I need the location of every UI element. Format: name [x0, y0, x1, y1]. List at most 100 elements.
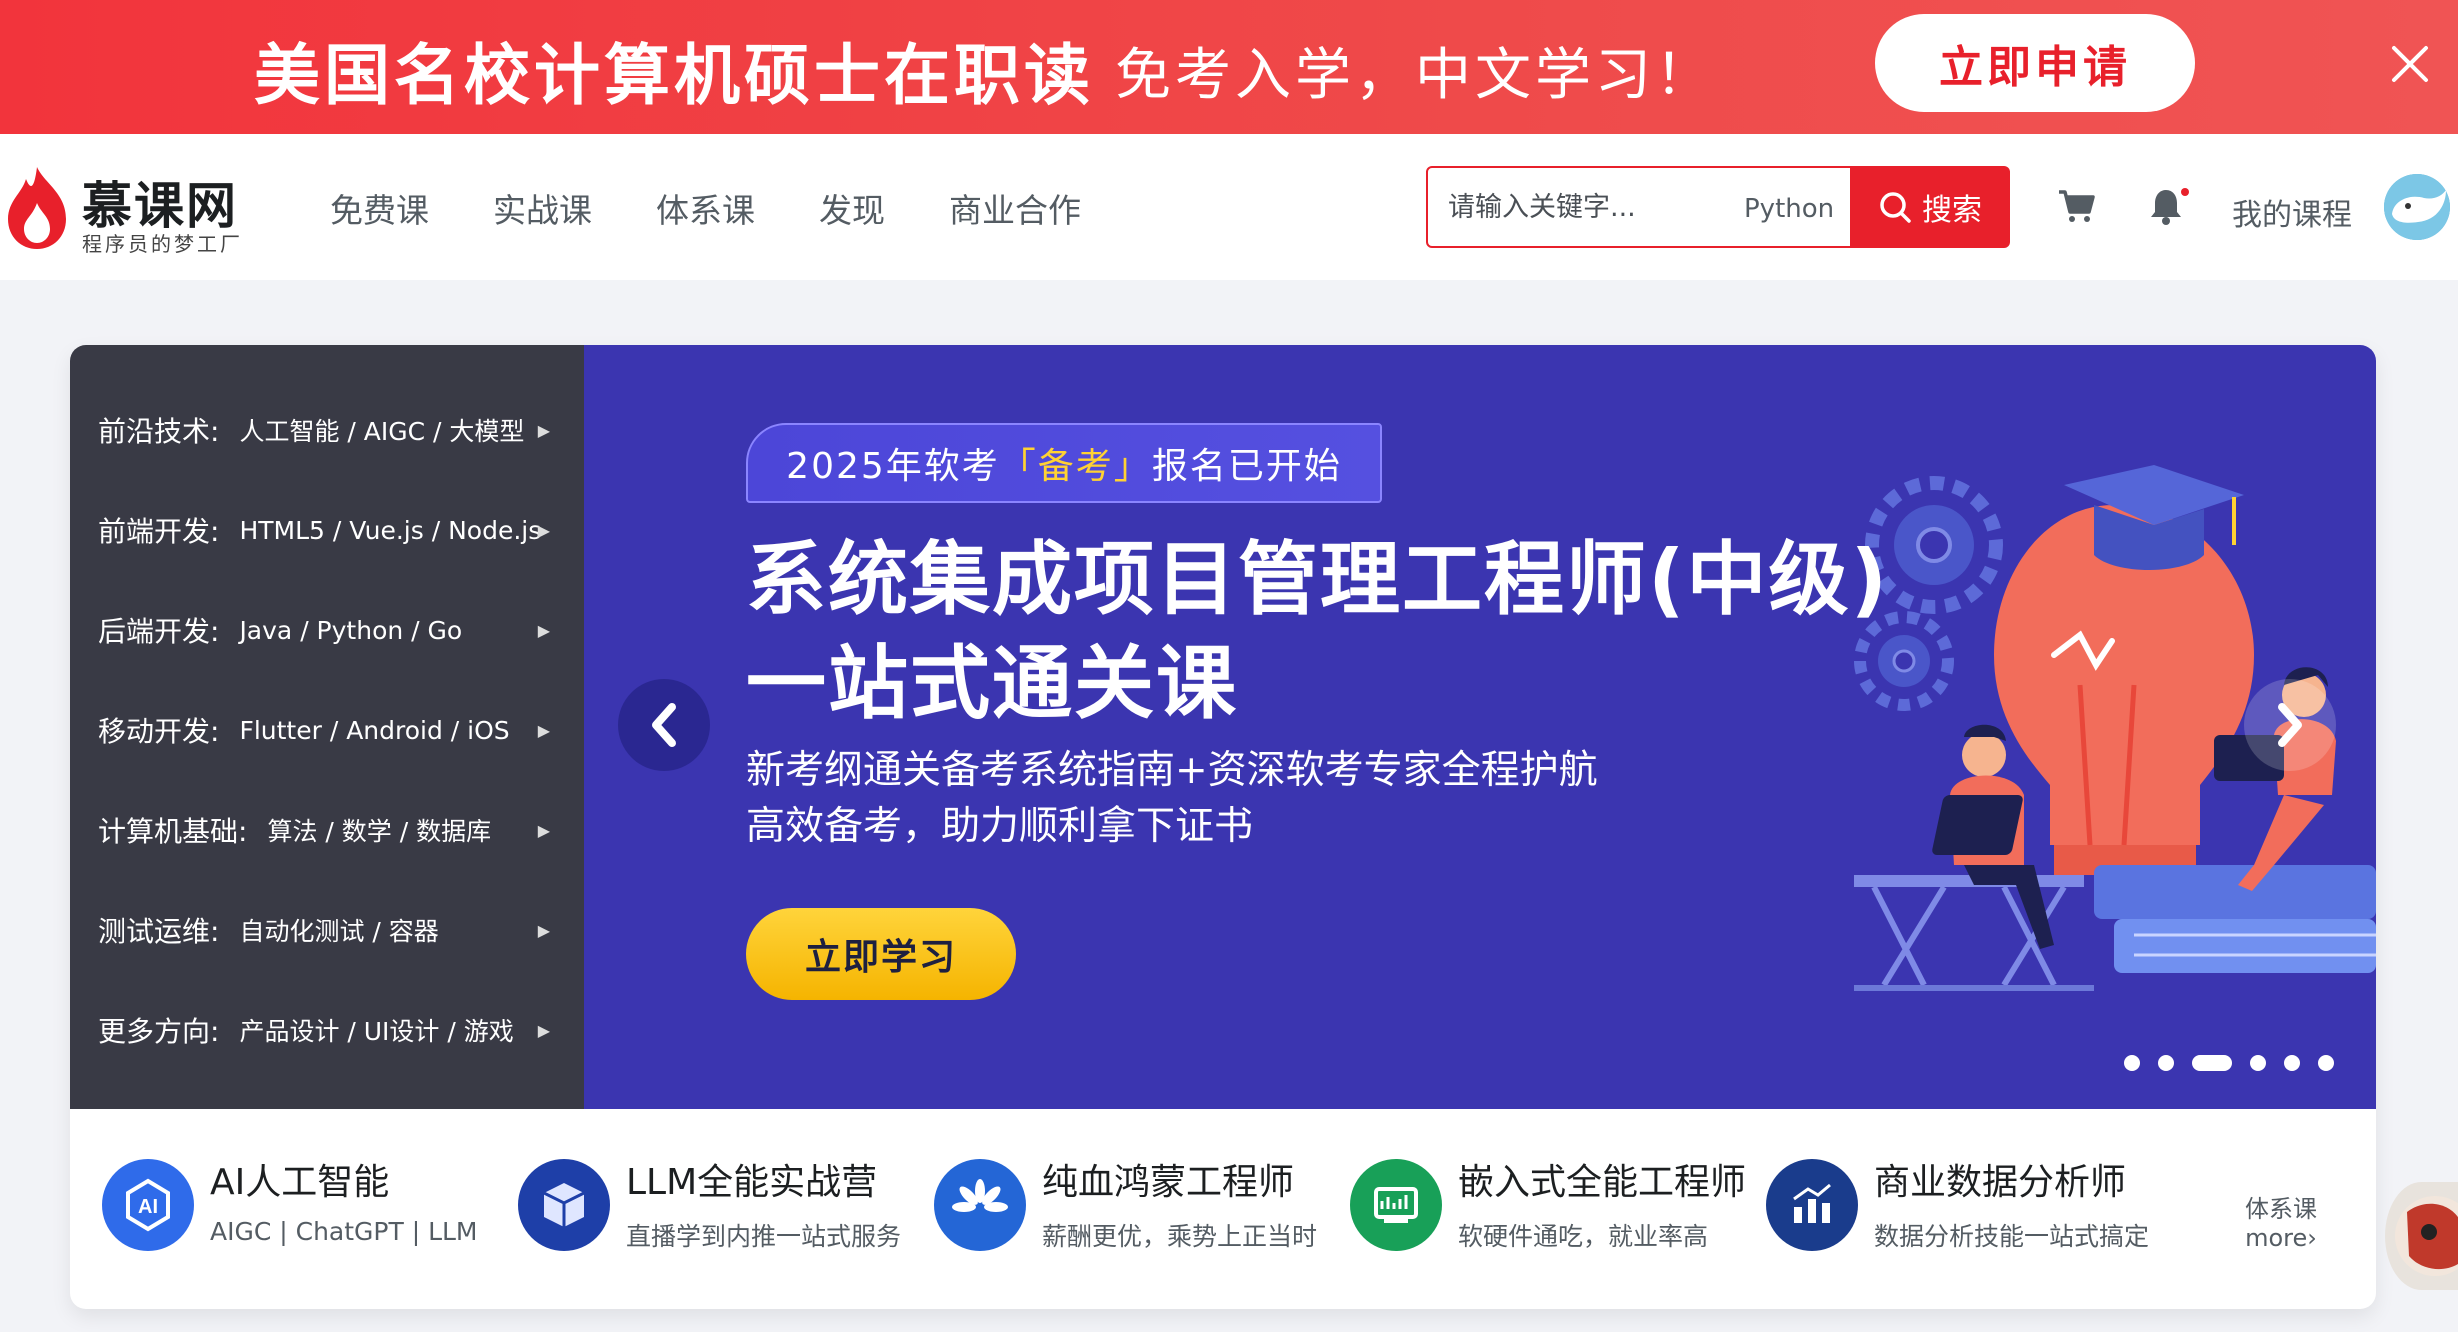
menu-category: 移动开发:	[98, 715, 220, 748]
chevron-right-icon: ▶	[537, 720, 550, 740]
path-subtitle: AIGC | ChatGPT | LLM	[210, 1217, 478, 1246]
path-embedded[interactable]: 嵌入式全能工程师 软硬件通吃，就业率高	[1350, 1159, 1746, 1253]
close-icon[interactable]	[2384, 38, 2436, 90]
ai-icon: AI	[102, 1159, 194, 1251]
more-system-courses-link[interactable]: 体系课 more›	[2245, 1189, 2317, 1252]
chevron-right-icon: ▶	[537, 420, 550, 440]
badge-post: 报名已开始	[1151, 446, 1342, 487]
menu-tags: Flutter / Android / iOS	[239, 715, 510, 745]
site-header: 慕课网 程序员的梦工厂 免费课 实战课 体系课 发现 商业合作 Python 搜…	[0, 134, 2458, 280]
chip-icon	[1350, 1159, 1442, 1251]
carousel-dot-active[interactable]	[2192, 1055, 2232, 1071]
nav-practical-courses[interactable]: 实战课	[493, 184, 592, 232]
menu-item-backend[interactable]: 后端开发: Java / Python / Go ▶	[98, 600, 568, 660]
carousel-dot[interactable]	[2284, 1055, 2300, 1071]
exam-badge: 2025年软考 「备考」 报名已开始	[746, 423, 1382, 503]
menu-tags: 人工智能 / AIGC / 大模型	[239, 417, 525, 446]
badge-pre: 2025年软考	[786, 446, 1000, 487]
menu-item-testing-ops[interactable]: 测试运维: 自动化测试 / 容器 ▶	[98, 900, 568, 960]
chevron-right-icon	[2278, 703, 2302, 747]
path-title: 嵌入式全能工程师	[1458, 1162, 1747, 1203]
search-input[interactable]	[1448, 182, 1708, 232]
menu-category: 前沿技术:	[98, 415, 220, 448]
carousel-dot[interactable]	[2250, 1055, 2266, 1071]
chevron-right-icon: ▶	[537, 520, 550, 540]
hero-carousel[interactable]: 2025年软考 「备考」 报名已开始 系统集成项目管理工程师(中级) 一站式通关…	[584, 345, 2376, 1109]
cube-icon	[518, 1159, 610, 1251]
path-subtitle: 数据分析技能一站式搞定	[1874, 1222, 2150, 1251]
chart-icon	[1766, 1159, 1858, 1251]
menu-tags: 算法 / 数学 / 数据库	[267, 817, 492, 846]
menu-category: 后端开发:	[98, 615, 220, 648]
promo-banner[interactable]: 美国名校计算机硕士在职读 免考入学，中文学习！ 立即申请	[0, 0, 2458, 134]
more-label: 体系课	[2245, 1195, 2317, 1223]
promo-subline: 免考入学，中文学习！	[1115, 43, 1715, 108]
nav-system-courses[interactable]: 体系课	[656, 184, 755, 232]
path-ai[interactable]: AI AI人工智能 AIGC | ChatGPT | LLM	[102, 1159, 478, 1251]
path-title: 纯血鸿蒙工程师	[1042, 1162, 1295, 1203]
menu-category: 计算机基础:	[98, 815, 248, 848]
menu-item-mobile[interactable]: 移动开发: Flutter / Android / iOS ▶	[98, 700, 568, 760]
chevron-right-icon: ▶	[537, 1020, 550, 1040]
category-menu: 前沿技术: 人工智能 / AIGC / 大模型 ▶ 前端开发: HTML5 / …	[70, 345, 584, 1109]
search-box: Python 搜索	[1426, 166, 2010, 248]
chevron-right-icon: ▶	[537, 620, 550, 640]
study-now-button[interactable]: 立即学习	[746, 908, 1016, 1000]
nav-business[interactable]: 商业合作	[949, 184, 1081, 232]
nav-free-courses[interactable]: 免费课	[330, 184, 429, 232]
nav-discover[interactable]: 发现	[819, 184, 885, 232]
chevron-left-icon	[652, 703, 676, 747]
hero-description: 新考纲通关备考系统指南+资深软考专家全程护航 高效备考，助力顺利拿下证书	[746, 743, 1598, 855]
carousel-dot[interactable]	[2124, 1055, 2140, 1071]
menu-item-more[interactable]: 更多方向: 产品设计 / UI设计 / 游戏 ▶	[98, 1000, 568, 1060]
path-subtitle: 软硬件通吃，就业率高	[1458, 1222, 1709, 1251]
search-hot-keyword[interactable]: Python	[1744, 194, 1834, 224]
menu-item-frontend[interactable]: 前端开发: HTML5 / Vue.js / Node.js ▶	[98, 500, 568, 560]
menu-item-frontier[interactable]: 前沿技术: 人工智能 / AIGC / 大模型 ▶	[98, 400, 568, 460]
carousel-dot[interactable]	[2318, 1055, 2334, 1071]
path-harmony[interactable]: 纯血鸿蒙工程师 薪酬更优，乘势上正当时	[934, 1159, 1317, 1253]
main-nav: 免费课 实战课 体系课 发现 商业合作	[330, 184, 1145, 232]
hero-title-line1: 系统集成项目管理工程师(中级)	[746, 533, 1890, 626]
carousel-next-button[interactable]	[2244, 679, 2336, 771]
hero-title: 系统集成项目管理工程师(中级) 一站式通关课	[746, 528, 1889, 736]
hero-title-line2: 一站式通关课	[746, 637, 1238, 730]
path-data-analyst[interactable]: 商业数据分析师 数据分析技能一站式搞定	[1766, 1159, 2149, 1253]
menu-category: 测试运维:	[98, 915, 220, 948]
logo[interactable]: 慕课网 程序员的梦工厂	[0, 158, 240, 258]
svg-text:AI: AI	[138, 1196, 158, 1218]
flame-logo-icon	[8, 167, 66, 249]
harmony-icon	[934, 1159, 1026, 1251]
path-llm[interactable]: LLM全能实战营 直播学到内推一站式服务	[518, 1159, 901, 1253]
more-link: more›	[2245, 1224, 2317, 1252]
menu-category: 更多方向:	[98, 1015, 220, 1048]
floating-assistant-avatar[interactable]	[2385, 1182, 2458, 1290]
career-paths-strip: AI AI人工智能 AIGC | ChatGPT | LLM LLM全能实战营 …	[70, 1109, 2376, 1309]
carousel-dot[interactable]	[2158, 1055, 2174, 1071]
hero-desc-line1: 新考纲通关备考系统指南+资深软考专家全程护航	[746, 748, 1598, 793]
menu-tags: 自动化测试 / 容器	[239, 917, 439, 946]
my-courses-link[interactable]: 我的课程	[2232, 190, 2352, 234]
path-subtitle: 薪酬更优，乘势上正当时	[1042, 1222, 1318, 1251]
cart-icon[interactable]	[2056, 186, 2096, 226]
menu-category: 前端开发:	[98, 515, 220, 548]
menu-tags: HTML5 / Vue.js / Node.js	[239, 515, 542, 545]
menu-item-cs-basics[interactable]: 计算机基础: 算法 / 数学 / 数据库 ▶	[98, 800, 568, 860]
carousel-prev-button[interactable]	[618, 679, 710, 771]
avatar[interactable]	[2384, 174, 2450, 240]
path-subtitle: 直播学到内推一站式服务	[626, 1222, 902, 1251]
apply-button[interactable]: 立即申请	[1875, 14, 2195, 112]
search-button[interactable]: 搜索	[1850, 166, 2010, 248]
chevron-right-icon: ▶	[537, 920, 550, 940]
bell-icon[interactable]	[2146, 186, 2190, 226]
carousel-dots	[2124, 1055, 2334, 1071]
logo-slogan: 程序员的梦工厂	[82, 232, 243, 256]
path-title: 商业数据分析师	[1874, 1162, 2127, 1203]
path-title: LLM全能实战营	[626, 1162, 878, 1203]
menu-tags: 产品设计 / UI设计 / 游戏	[239, 1017, 514, 1046]
search-button-label: 搜索	[1922, 193, 1982, 228]
hero-desc-line2: 高效备考，助力顺利拿下证书	[746, 804, 1254, 849]
menu-tags: Java / Python / Go	[239, 615, 463, 645]
search-icon	[1880, 192, 1911, 223]
promo-headline: 美国名校计算机硕士在职读	[254, 37, 1094, 114]
